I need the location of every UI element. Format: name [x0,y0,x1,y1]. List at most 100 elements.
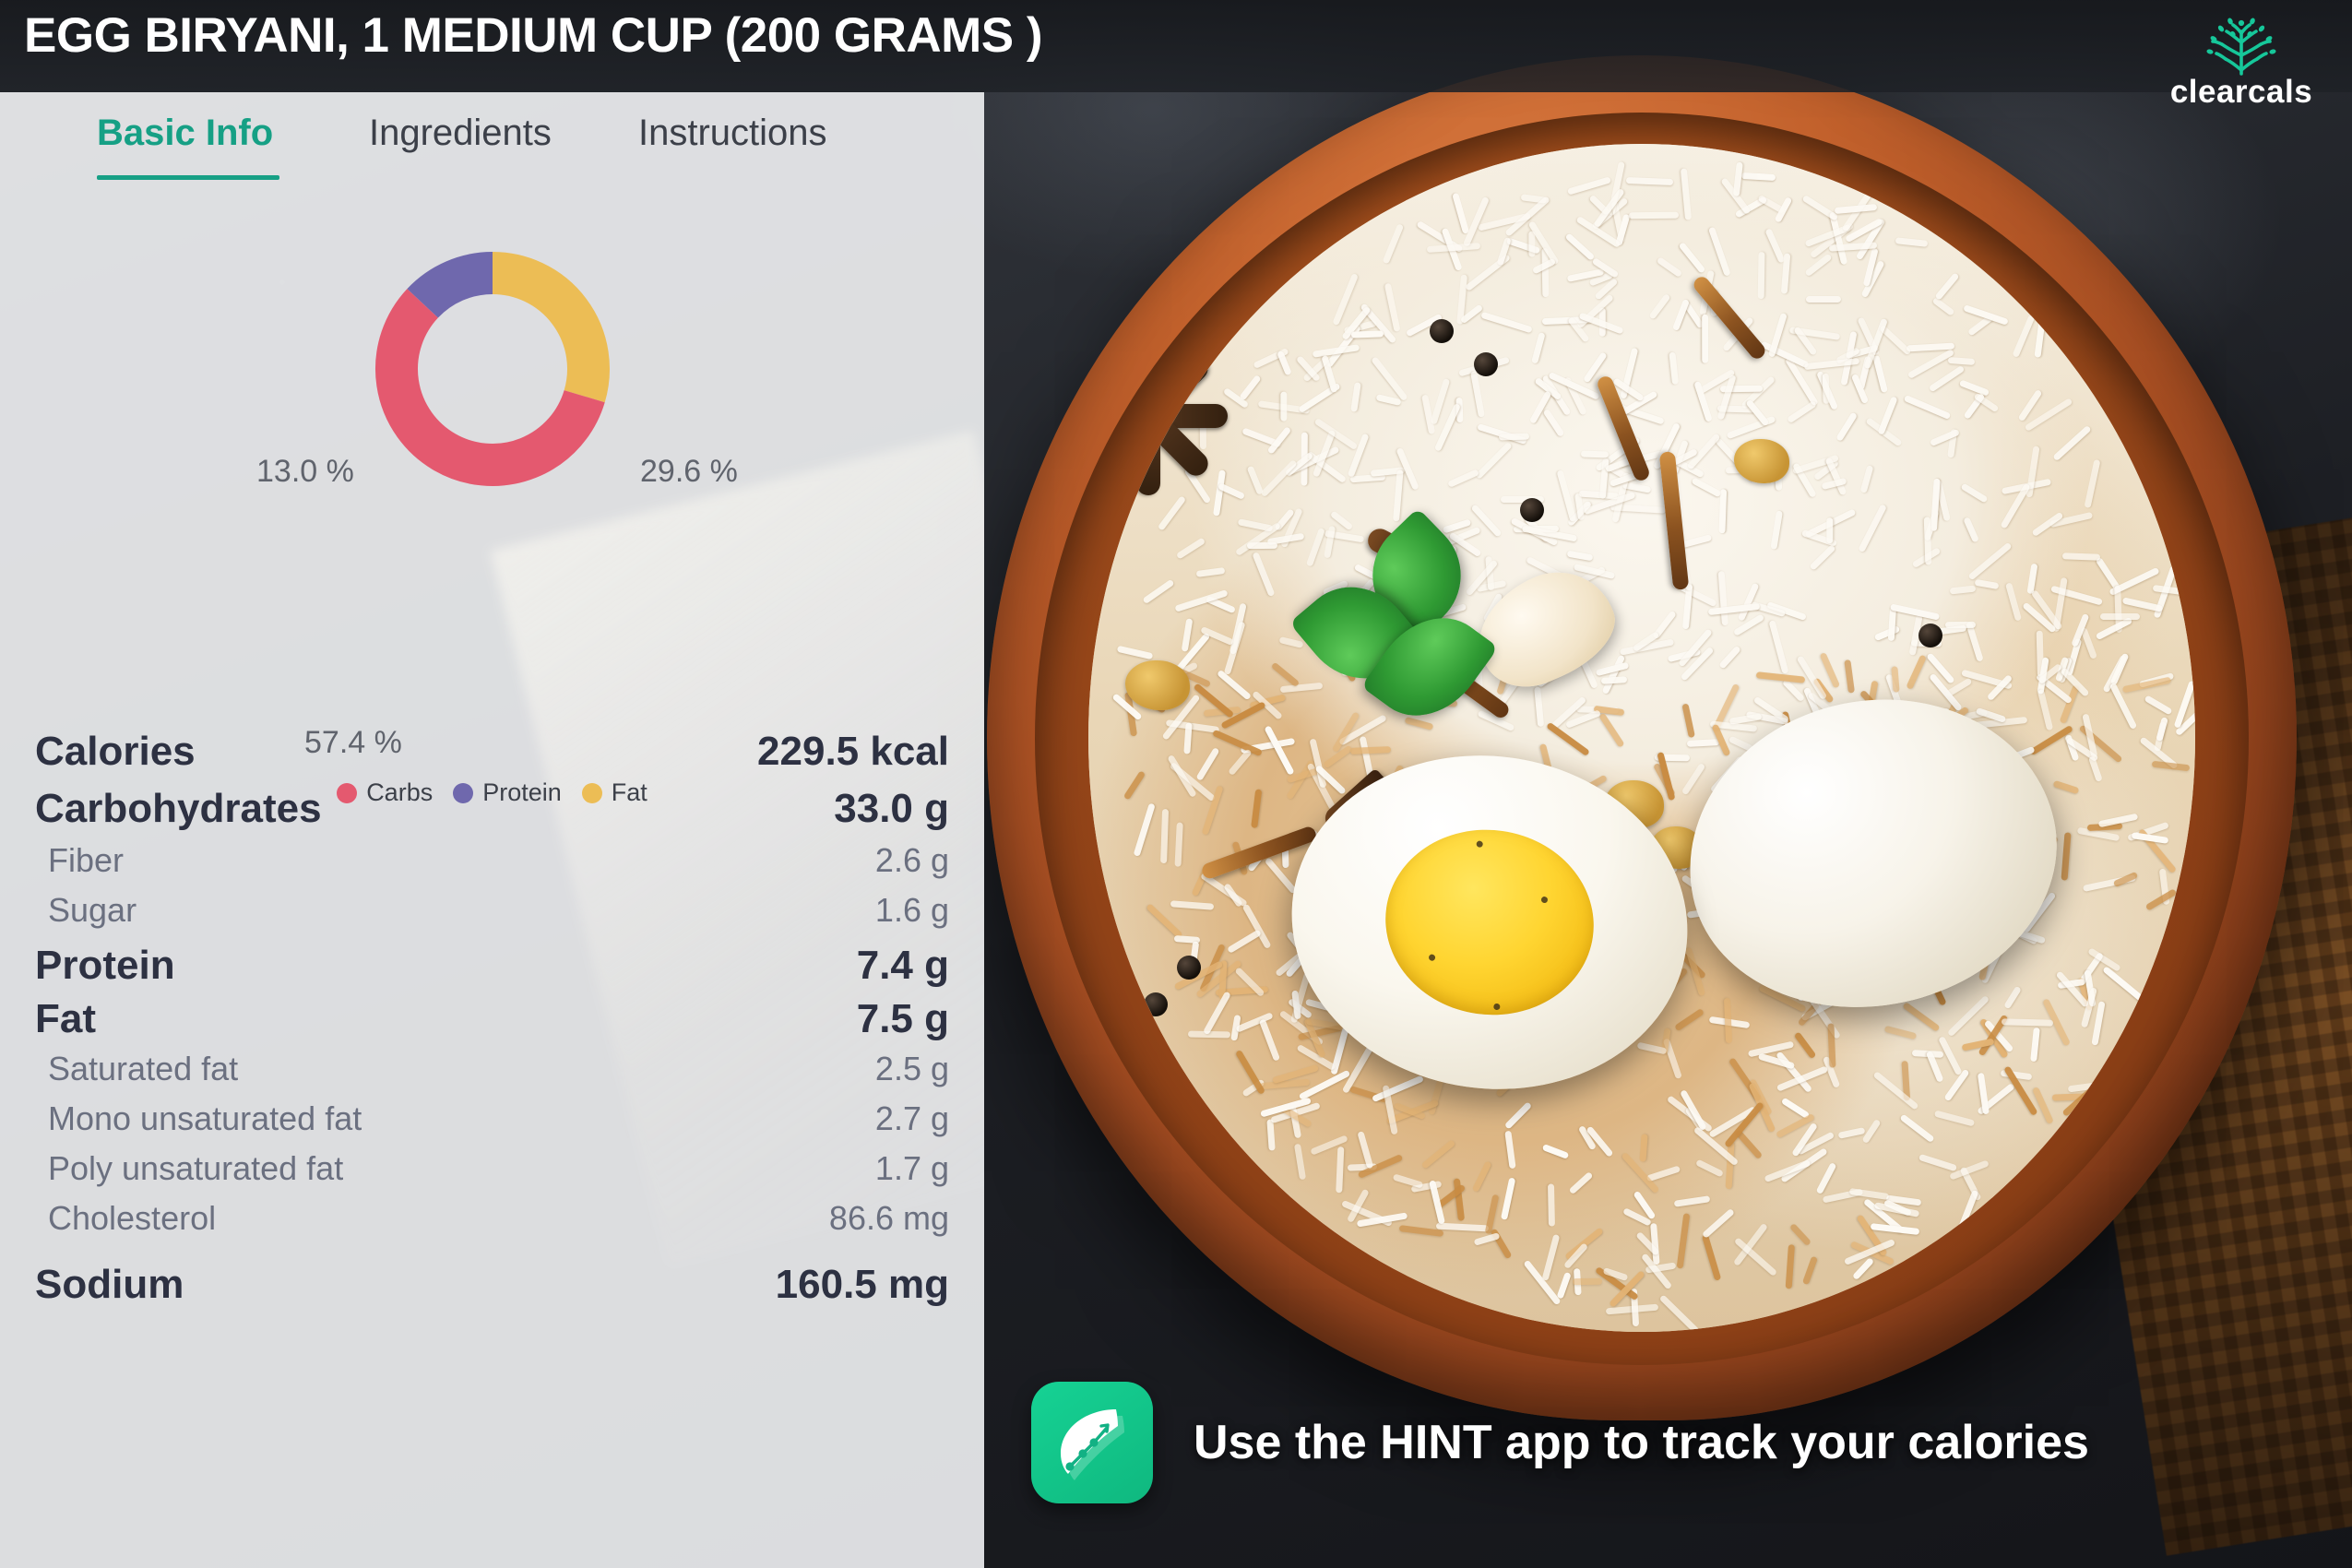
rice-grain [1934,272,1960,301]
rice-grain [2095,616,2132,641]
rice-grain [1305,528,1325,567]
tab-instructions[interactable]: Instructions [638,113,827,167]
rice-grain [1724,997,1733,1043]
rice-grain [1747,1040,1795,1058]
nutrient-value: 7.5 g [856,996,949,1041]
rice-grain [2012,315,2036,359]
rice-grain [1313,417,1358,450]
nutrition-panel: Basic Info Ingredients Instructions 13.0 %… [0,92,984,1568]
rice-grain [2026,563,2038,594]
rice-grain [1887,606,1896,641]
rice-grain [1959,379,1990,397]
tab-basic-info[interactable]: Basic Info [97,113,273,167]
rice-grain [1252,551,1276,597]
rice-grain [1899,1113,1936,1144]
rice-grain [1331,273,1359,327]
rice-grain [1568,1170,1594,1195]
nutrient-name: Sodium [35,1262,184,1307]
rice-grain [1726,415,1776,440]
active-tab-underline [97,175,279,180]
rice-grain [1819,651,1841,688]
rice-grain [1707,602,1761,615]
rice-grain [1556,1271,1572,1300]
rice-grain [1694,1158,1724,1178]
tab-label: Instructions [638,113,827,153]
rice-grain [1815,1162,1837,1195]
rice-grain [1472,1160,1493,1194]
nutrient-name: Poly unsaturated fat [48,1149,344,1187]
nutrient-name: Protein [35,943,175,988]
rice-grain [1203,991,1231,1036]
nutrient-name: Fiber [48,841,125,879]
rice-grain [1349,382,1361,412]
rice-grain [1718,489,1728,534]
rice-grain [1725,1142,1735,1190]
nutrient-row-poly-unsaturated-fat: Poly unsaturated fat 1.7 g [0,1149,984,1188]
rice-grain [1270,661,1301,688]
rice-grain [1123,769,1146,801]
rice-grain [1601,654,1626,695]
rice-grain [1212,730,1264,757]
nutrient-value: 160.5 mg [775,1262,949,1307]
rice-grain [1523,1259,1562,1306]
rice-grain [1690,477,1722,498]
rice-grain [1676,1213,1690,1269]
rice-grain [2029,1027,2040,1063]
nutrient-name: Saturated fat [48,1050,239,1087]
rice-grain [2004,582,2022,622]
rice-grain [2156,716,2169,742]
rice-grain [1669,351,1680,386]
rice-grain [2062,552,2101,561]
rice-grain [1838,1126,1866,1139]
rice-grain [1174,822,1183,867]
rice-grain [1336,1146,1345,1194]
rice-grain [1843,659,1855,694]
screenshot-root: EGG BIRYANI, 1 MEDIUM CUP (200 GRAMS ) c… [0,0,2352,1568]
rice-grain [2084,458,2101,509]
leaf-chart-icon [1061,1409,1124,1480]
rice-grain [1183,722,1194,754]
raisin [1125,660,1190,710]
rice-grain [1371,355,1408,401]
chart-label-fat: 29.6 % [640,454,738,489]
rice-grain [1371,1075,1424,1103]
hint-app-promo: Use the HINT app to track your calories [1031,1382,2089,1503]
nutrient-row-fat: Fat 7.5 g [0,996,984,1042]
rice-grain [1498,433,1530,441]
rice-grain [1384,283,1401,333]
rice-grain [1452,192,1470,235]
rice-grain [1891,666,1900,694]
tab-ingredients[interactable]: Ingredients [369,113,552,167]
rice-grain [1484,1194,1500,1234]
rice-grain [1503,1100,1532,1130]
hint-app-icon[interactable] [1031,1382,1153,1503]
rice-grain [1962,1038,1996,1051]
egg-yolk [1373,816,1606,1028]
rice-grain [1947,994,1990,1037]
rice-grain [1265,857,1299,896]
rice-grain [2034,308,2047,358]
rice-grain [1768,620,1789,675]
rice-grain [1350,745,1392,754]
rice-grain [1500,1177,1516,1221]
rice-grain [1902,1002,1941,1032]
rice-grain [1601,675,1628,684]
rice-grain [1573,1277,1602,1286]
nutrient-row-sugar: Sugar 1.6 g [0,891,984,930]
rice-grain [1673,1007,1705,1032]
rice-grain [2121,597,2163,612]
rice-grain [1770,510,1783,551]
peppercorn [1177,956,1201,980]
nutrient-name: Carbohydrates [35,786,322,831]
rice-grain [1145,902,1183,939]
nutrient-value: 1.7 g [874,1149,949,1187]
rice-grain [1804,254,1833,278]
rice-grain [1672,298,1691,331]
rice-grain [1967,541,2013,581]
rice-grain [1625,176,1674,185]
rice-grain [1801,195,1839,222]
rice-grain [1548,1182,1555,1227]
nutrient-value: 229.5 kcal [757,729,949,774]
rice-grain [2061,832,2072,882]
rice-grain [1528,231,1536,257]
